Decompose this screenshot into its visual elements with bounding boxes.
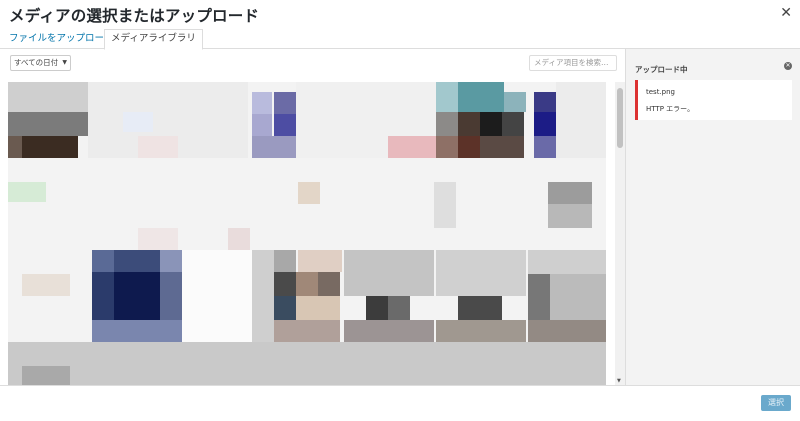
pixelated-media-grid bbox=[8, 82, 606, 385]
date-filter-select[interactable]: すべての日付 ▼ bbox=[10, 55, 71, 71]
modal-title: メディアの選択またはアップロード bbox=[9, 7, 260, 25]
select-button[interactable]: 選択 bbox=[761, 395, 791, 411]
date-filter-value: すべての日付 bbox=[14, 58, 59, 67]
upload-error-notice: test.png HTTP エラー。 bbox=[635, 80, 792, 120]
tab-upload-files[interactable]: ファイルをアップロード bbox=[3, 30, 120, 48]
error-message: HTTP エラー。 bbox=[646, 105, 695, 113]
modal-footer: 選択 bbox=[0, 385, 800, 421]
media-search-input[interactable]: メディア項目を検索… bbox=[529, 55, 617, 71]
uploading-title: アップロード中 bbox=[635, 65, 688, 74]
error-filename: test.png bbox=[646, 88, 675, 96]
close-icon[interactable]: ✕ bbox=[780, 5, 792, 21]
tab-media-library[interactable]: メディアライブラリ bbox=[104, 29, 203, 50]
upload-sidebar: アップロード中 ✕ test.png HTTP エラー。 bbox=[625, 49, 800, 385]
dismiss-errors-icon[interactable]: ✕ bbox=[784, 62, 792, 70]
chevron-down-icon: ▼ bbox=[62, 59, 67, 66]
media-tabs: ファイルをアップロード メディアライブラリ bbox=[0, 29, 800, 50]
grid-scrollbar[interactable]: ▼ bbox=[615, 82, 625, 385]
scrollbar-thumb[interactable] bbox=[617, 88, 623, 148]
media-library-content: すべての日付 ▼ メディア項目を検索… ▼ bbox=[0, 49, 625, 385]
chevron-down-icon[interactable]: ▼ bbox=[617, 378, 621, 384]
